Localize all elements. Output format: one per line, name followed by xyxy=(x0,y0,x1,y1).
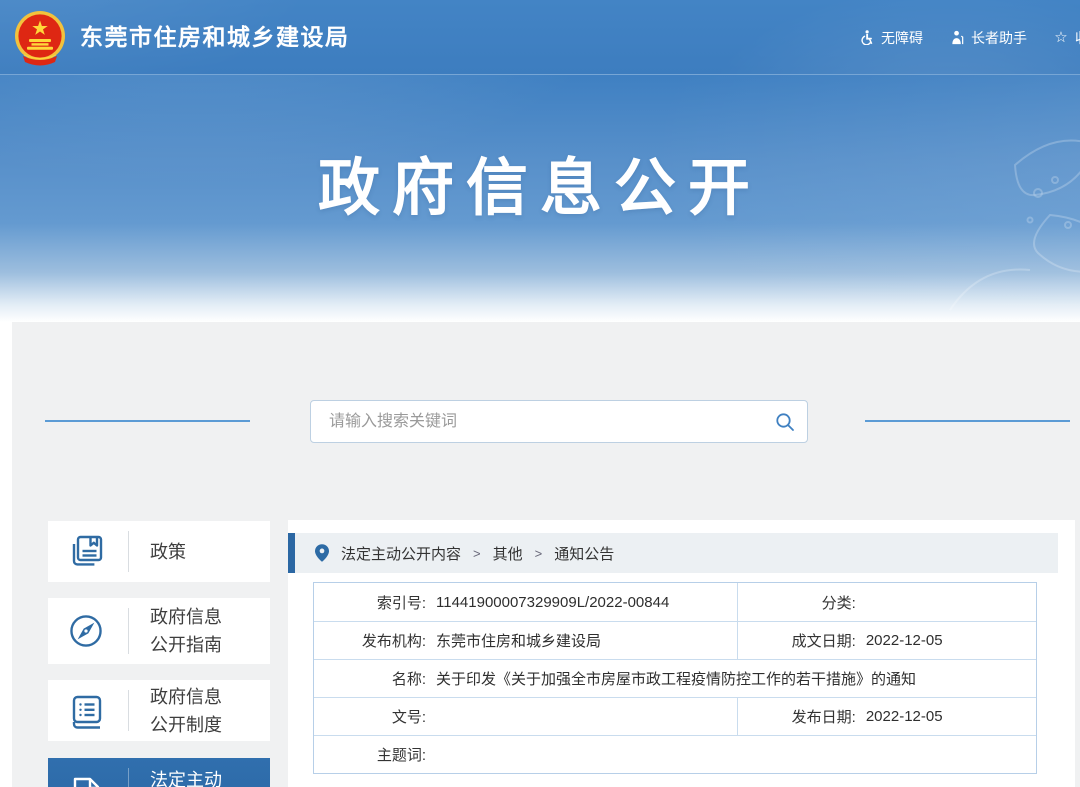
table-row: 索引号: 11441900007329909L/2022-00844 分类: xyxy=(314,583,1036,621)
breadcrumb-item[interactable]: 其他 xyxy=(493,543,523,564)
site-title[interactable]: 东莞市住房和城乡建设局 xyxy=(80,0,350,75)
sidebar-item-gov-info-guide[interactable]: 政府信息公开指南 xyxy=(48,598,270,664)
table-row: 名称: 关于印发《关于加强全市房屋市政工程疫情防控工作的若干措施》的通知 xyxy=(314,659,1036,697)
field-value: 2022-12-05 xyxy=(866,708,943,725)
field-label: 发布机构: xyxy=(314,630,426,651)
sidebar-divider xyxy=(128,690,129,731)
page-banner: 政府信息公开 xyxy=(0,75,1080,322)
page-title: 政府信息公开 xyxy=(0,137,1080,227)
breadcrumb-separator: > xyxy=(535,546,543,561)
compass-icon xyxy=(65,611,107,651)
sidebar-item-label: 政府信息公开制度 xyxy=(150,683,230,739)
table-cell: 成文日期: 2022-12-05 xyxy=(737,622,1036,659)
sidebar-item-gov-info-rules[interactable]: 政府信息公开制度 xyxy=(48,680,270,741)
national-emblem-icon xyxy=(14,9,66,67)
table-cell: 分类: xyxy=(737,583,1036,621)
header-link-label: 长者助手 xyxy=(971,28,1027,48)
sidebar-item-label: 法定主动公开内容 xyxy=(150,766,230,787)
table-row: 主题词: xyxy=(314,735,1036,773)
search-icon xyxy=(774,411,796,433)
sidebar-divider xyxy=(128,608,129,654)
header-link-favorite[interactable]: ☆收 xyxy=(1053,28,1080,48)
header-link-accessibility[interactable]: 无障碍 xyxy=(859,28,923,48)
search-input[interactable] xyxy=(311,401,763,442)
sidebar-divider xyxy=(128,531,129,572)
sidebar-item-statutory-disclosure[interactable]: 法定主动公开内容 xyxy=(48,758,270,787)
table-cell: 文号: xyxy=(314,698,737,735)
header-link-elder-assistant[interactable]: 长者助手 xyxy=(949,28,1027,48)
field-label: 名称: xyxy=(314,668,426,689)
page: 东莞市住房和城乡建设局 无障碍长者助手☆收 政府信息公开 xyxy=(0,0,1080,787)
main-panel: 法定主动公开内容 > 其他 > 通知公告 索引号: 11441900007329909L/… xyxy=(288,520,1075,787)
table-cell: 主题词: xyxy=(314,736,1036,773)
table-cell: 发布机构: 东莞市住房和城乡建设局 xyxy=(314,622,737,659)
breadcrumb: 法定主动公开内容 > 其他 > 通知公告 xyxy=(295,533,1058,573)
breadcrumb-item[interactable]: 通知公告 xyxy=(554,543,614,564)
star-icon: ☆ xyxy=(1053,30,1069,46)
search-box xyxy=(310,400,808,443)
field-value: 2022-12-05 xyxy=(866,632,943,649)
wheelchair-icon xyxy=(859,30,875,46)
field-label: 成文日期: xyxy=(738,630,856,651)
header-utility-links: 无障碍长者助手☆收 xyxy=(859,0,1080,75)
book-icon xyxy=(65,532,107,572)
left-divider-line xyxy=(45,420,250,422)
document-icon xyxy=(65,774,107,787)
sidebar-item-label: 政府信息公开指南 xyxy=(150,603,230,659)
sidebar-divider xyxy=(128,768,129,787)
sidebar-item-policy[interactable]: 政策 xyxy=(48,521,270,582)
breadcrumb-trail: 法定主动公开内容 > 其他 > 通知公告 xyxy=(341,543,614,564)
field-value: 11441900007329909L/2022-00844 xyxy=(436,594,669,611)
table-cell: 名称: 关于印发《关于加强全市房屋市政工程疫情防控工作的若干措施》的通知 xyxy=(314,660,1036,697)
header-link-label: 收 xyxy=(1075,28,1080,48)
field-value: 东莞市住房和城乡建设局 xyxy=(436,630,601,651)
document-detail-table: 索引号:11441900007329909L/2022-00844分类:发布机构… xyxy=(313,582,1037,774)
field-label: 索引号: xyxy=(314,592,426,613)
field-label: 分类: xyxy=(738,592,856,613)
breadcrumb-accent-bar xyxy=(288,533,295,573)
field-label: 文号: xyxy=(314,706,426,727)
table-row: 文号: 发布日期: 2022-12-05 xyxy=(314,697,1036,735)
table-row: 发布机构: 东莞市住房和城乡建设局 成文日期: 2022-12-05 xyxy=(314,621,1036,659)
breadcrumb-item[interactable]: 法定主动公开内容 xyxy=(341,543,461,564)
right-divider-line xyxy=(865,420,1070,422)
sidebar-item-label: 政策 xyxy=(150,538,230,566)
top-header-bar: 东莞市住房和城乡建设局 无障碍长者助手☆收 xyxy=(0,0,1080,75)
breadcrumb-separator: > xyxy=(473,546,481,561)
location-pin-icon xyxy=(315,544,329,562)
field-value: 关于印发《关于加强全市房屋市政工程疫情防控工作的若干措施》的通知 xyxy=(436,668,916,689)
header-link-label: 无障碍 xyxy=(881,28,923,48)
elder-icon xyxy=(949,30,965,46)
field-label: 主题词: xyxy=(314,744,426,765)
search-button[interactable] xyxy=(763,401,807,442)
table-cell: 发布日期: 2022-12-05 xyxy=(737,698,1036,735)
field-label: 发布日期: xyxy=(738,706,856,727)
table-cell: 索引号: 11441900007329909L/2022-00844 xyxy=(314,583,737,621)
regulations-icon xyxy=(65,691,107,731)
